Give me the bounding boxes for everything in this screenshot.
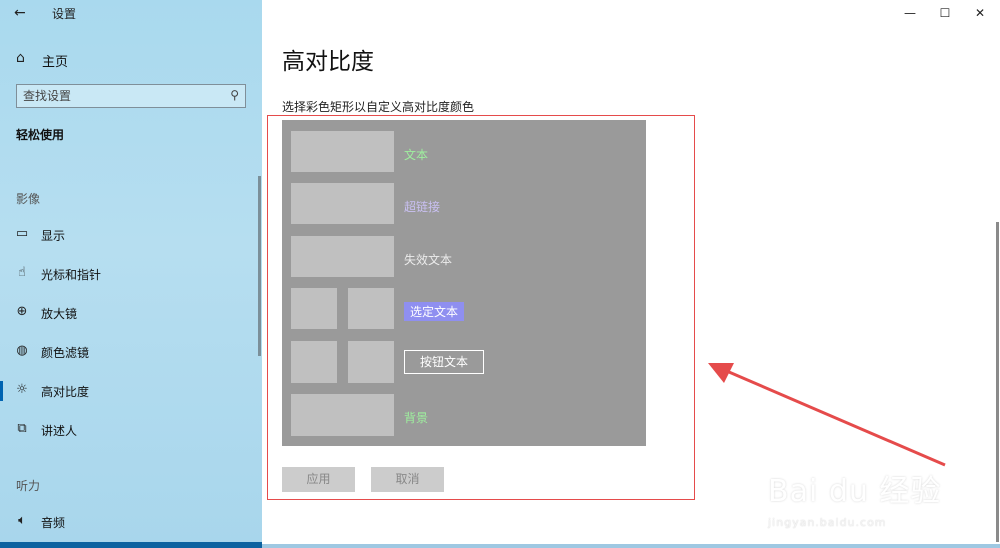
narrator-icon: ⧉ (17, 421, 27, 436)
sidebar-item-label: 高对比度 (41, 385, 90, 399)
selected-text-bg-swatch[interactable] (348, 288, 394, 329)
text-color-swatch[interactable] (291, 131, 394, 172)
watermark: Bai du 经验 jingyan.baidu.com (768, 466, 941, 529)
button-text-bg-swatch[interactable] (348, 341, 394, 383)
sidebar-item-color-filters[interactable]: ◍ 颜色滤镜 (0, 338, 262, 366)
home-label: 主页 (42, 55, 69, 70)
apply-button[interactable]: 应用 (282, 467, 355, 492)
search-icon[interactable]: ⚲ (230, 88, 239, 102)
sidebar-item-high-contrast[interactable]: ☼ 高对比度 (0, 377, 262, 405)
maximize-icon: ☐ (939, 6, 951, 20)
app-title: 设置 (52, 7, 77, 21)
instruction-text: 选择彩色矩形以自定义高对比度颜色 (282, 100, 475, 114)
hyperlink-color-swatch[interactable] (291, 183, 394, 224)
watermark-logo: Bai du 经验 (768, 474, 942, 509)
magnifier-icon: ⊕ (16, 304, 28, 319)
sun-icon: ☼ (16, 382, 28, 397)
speaker-icon: 🔈︎ (18, 513, 26, 528)
contrast-preview-panel: 文本 超链接 失效文本 选定文本 按钮文本 背景 (282, 120, 646, 446)
arrow-left-icon: ← (14, 5, 26, 21)
sidebar-item-audio[interactable]: 🔈︎ 音频 (0, 508, 262, 536)
sidebar: ← 设置 ⌂ 主页 ⚲ 轻松使用 影像 ▭ 显示 ☝ 光标和指针 ⊕ 放大镜 ◍… (0, 0, 262, 548)
back-button[interactable]: ← (14, 4, 34, 22)
sidebar-item-label: 放大镜 (41, 307, 78, 321)
close-icon: ✕ (974, 6, 986, 20)
sidebar-item-label: 颜色滤镜 (41, 346, 90, 360)
sidebar-item-home[interactable]: ⌂ 主页 (0, 46, 262, 72)
sidebar-item-cursor-pointer[interactable]: ☝ 光标和指针 (0, 260, 262, 288)
annotation-arrow (708, 363, 946, 467)
search-box[interactable]: ⚲ (16, 84, 246, 108)
sidebar-item-display[interactable]: ▭ 显示 (0, 221, 262, 249)
group-label-hearing: 听力 (16, 479, 41, 493)
page-title: 高对比度 (282, 49, 374, 75)
watermark-url: jingyan.baidu.com (768, 516, 887, 529)
selected-text-label: 选定文本 (404, 302, 465, 321)
minimize-button[interactable]: — (892, 3, 928, 23)
sidebar-item-label: 讲述人 (41, 424, 78, 438)
monitor-icon: ▭ (15, 226, 29, 241)
minimize-icon: — (904, 6, 916, 20)
sidebar-scrollbar[interactable] (258, 176, 261, 356)
close-button[interactable]: ✕ (962, 3, 998, 23)
group-label-vision: 影像 (16, 192, 41, 206)
background-label: 背景 (404, 411, 429, 425)
background-color-swatch[interactable] (291, 394, 394, 436)
sidebar-item-label: 光标和指针 (41, 268, 102, 282)
hyperlink-label: 超链接 (404, 200, 441, 214)
home-icon: ⌂ (16, 50, 25, 66)
button-text-preview: 按钮文本 (404, 350, 484, 374)
disabled-text-label: 失效文本 (404, 253, 453, 267)
taskbar-edge (262, 544, 1000, 548)
sidebar-item-label: 显示 (41, 229, 66, 243)
main-scrollbar[interactable] (996, 222, 999, 542)
active-indicator (0, 381, 3, 401)
sidebar-item-magnifier[interactable]: ⊕ 放大镜 (0, 299, 262, 327)
sidebar-item-narrator[interactable]: ⧉ 讲述人 (0, 416, 262, 444)
selected-text-fg-swatch[interactable] (291, 288, 337, 329)
cancel-button[interactable]: 取消 (371, 467, 444, 492)
text-label: 文本 (404, 148, 429, 162)
maximize-button[interactable]: ☐ (927, 3, 963, 23)
pointer-icon: ☝ (18, 265, 26, 280)
arrow-line (721, 367, 946, 467)
button-text-fg-swatch[interactable] (291, 341, 337, 383)
disabled-text-color-swatch[interactable] (291, 236, 394, 277)
sidebar-item-label: 音频 (41, 516, 66, 530)
current-section-heading: 轻松使用 (16, 128, 65, 142)
palette-icon: ◍ (16, 343, 28, 358)
title-bar: ← 设置 (0, 0, 262, 26)
search-input[interactable] (23, 88, 213, 104)
sidebar-bottom-edge (0, 542, 262, 548)
